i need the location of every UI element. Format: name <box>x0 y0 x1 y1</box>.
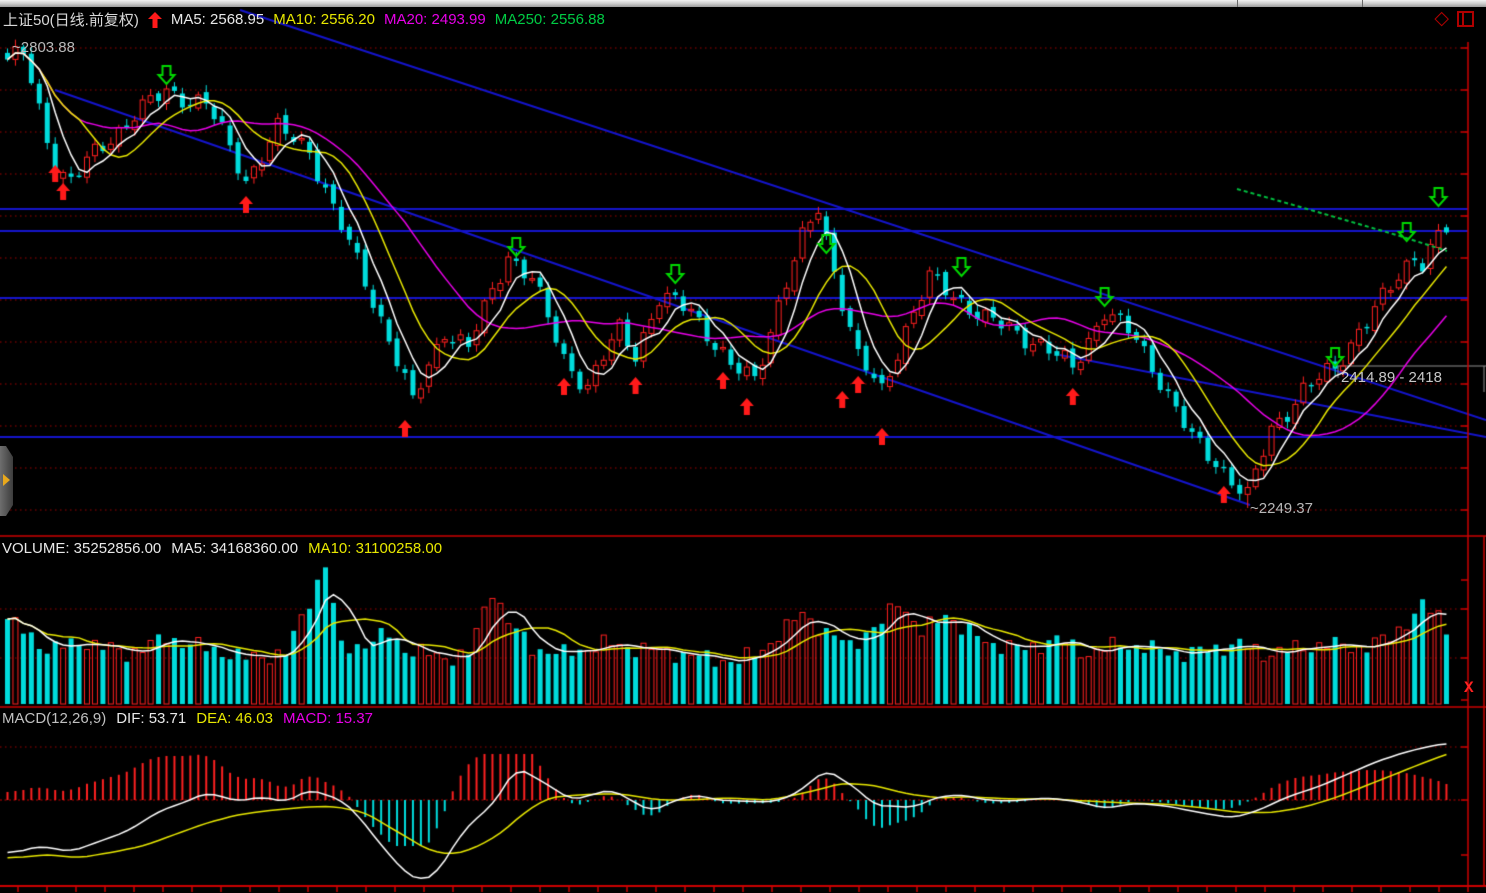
macd-dea-value: DEA: 46.03 <box>196 710 273 727</box>
macd-dif-value: DIF: 53.71 <box>116 710 186 727</box>
ma20-value: MA20: 2493.99 <box>384 11 486 28</box>
buy-signal-arrow-icon <box>148 12 162 28</box>
gap-range-label: 2414.89 - 2418 <box>1341 369 1442 386</box>
ma5-value: MA5: 2568.95 <box>171 11 264 28</box>
ma10-value: MA10: 2556.20 <box>273 11 375 28</box>
expand-arrow-icon <box>3 474 10 486</box>
ma250-value: MA250: 2556.88 <box>495 11 605 28</box>
macd-header: MACD(12,26,9) DIF: 53.71 DEA: 46.03 MACD… <box>2 710 373 727</box>
symbol-label[interactable]: 上证50(日线.前复权) <box>3 9 139 30</box>
volume-value: VOLUME: 35252856.00 <box>2 540 161 557</box>
strip-notch <box>1362 0 1363 7</box>
stock-chart-app: 上证50(日线.前复权) MA5: 2568.95 MA10: 2556.20 … <box>0 0 1486 893</box>
volume-ma5-value: MA5: 34168360.00 <box>171 540 298 557</box>
diamond-tool-icon[interactable]: ◇ <box>1434 9 1449 28</box>
price-chart-canvas[interactable] <box>0 0 1486 893</box>
sidebar-expand-handle[interactable] <box>0 446 13 516</box>
panel-close-x-button[interactable]: X <box>1464 679 1474 697</box>
high-price-label: ~2803.88 <box>12 39 75 56</box>
volume-header: VOLUME: 35252856.00 MA5: 34168360.00 MA1… <box>2 540 442 557</box>
corner-tools: ◇ <box>1434 9 1474 28</box>
macd-name: MACD(12,26,9) <box>2 710 106 727</box>
strip-notch <box>1237 0 1238 7</box>
volume-ma10-value: MA10: 31100258.00 <box>308 540 442 557</box>
window-top-strip <box>0 0 1486 7</box>
split-window-icon[interactable] <box>1457 11 1474 27</box>
macd-macd-value: MACD: 15.37 <box>283 710 373 727</box>
low-price-label: ~2249.37 <box>1250 500 1313 517</box>
main-chart-header: 上证50(日线.前复权) MA5: 2568.95 MA10: 2556.20 … <box>3 9 605 30</box>
